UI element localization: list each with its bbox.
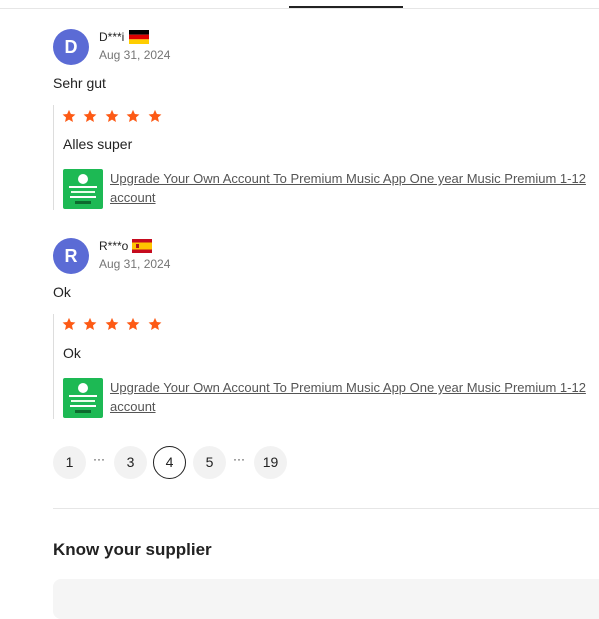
section-divider (53, 508, 599, 509)
star-icon (148, 109, 162, 122)
avatar: R (53, 238, 89, 274)
know-your-supplier-heading: Know your supplier (53, 540, 212, 559)
star-icon (105, 109, 119, 122)
star-icon (62, 109, 76, 122)
product-link-line2[interactable]: account (110, 190, 156, 205)
star-icon (126, 109, 140, 122)
review-detail-block: Ok Upgrade Your Own Account To Premium M… (53, 314, 599, 419)
page-button-1[interactable]: 1 (53, 446, 86, 479)
spain-flag-icon (132, 239, 152, 253)
review-text: Sehr gut (53, 75, 106, 91)
music-logo-icon (78, 383, 88, 393)
star-rating (62, 109, 165, 123)
supplier-card (53, 579, 599, 619)
star-icon (105, 317, 119, 330)
star-rating (62, 317, 165, 331)
page-button-19[interactable]: 19 (254, 446, 287, 479)
review-detail-block: Alles super Upgrade Your Own Account To … (53, 105, 599, 210)
product-link[interactable]: Upgrade Your Own Account To Premium Musi… (110, 169, 599, 207)
avatar: D (53, 29, 89, 65)
product-link[interactable]: Upgrade Your Own Account To Premium Musi… (110, 378, 599, 416)
review-date: Aug 31, 2024 (99, 257, 171, 271)
star-icon (84, 317, 97, 330)
star-icon (126, 317, 140, 330)
review-quote: Ok (63, 345, 81, 361)
page-button-4-current[interactable]: 4 (153, 446, 186, 479)
pagination-ellipsis: ··· (93, 452, 105, 466)
star-icon (84, 109, 97, 122)
product-thumbnail[interactable] (63, 169, 103, 209)
tab-bar-divider (0, 8, 599, 9)
germany-flag-icon (129, 30, 149, 44)
star-icon (148, 317, 162, 330)
review-item: D D***i Aug 31, 2024 Sehr gut Alles supe… (53, 29, 599, 210)
product-link-line1[interactable]: Upgrade Your Own Account To Premium Musi… (110, 380, 586, 395)
music-logo-icon (78, 174, 88, 184)
review-item: R R***o Aug 31, 2024 Ok Ok Upgrade Your … (53, 238, 599, 419)
product-link-line1[interactable]: Upgrade Your Own Account To Premium Musi… (110, 171, 586, 186)
review-text: Ok (53, 284, 71, 300)
page-button-5[interactable]: 5 (193, 446, 226, 479)
reviewer-name: D***i (99, 30, 125, 44)
product-link-line2[interactable]: account (110, 399, 156, 414)
page-button-3[interactable]: 3 (114, 446, 147, 479)
star-icon (62, 317, 76, 330)
review-quote: Alles super (63, 136, 133, 152)
reviewer-name: R***o (99, 239, 129, 253)
active-tab-indicator (289, 6, 403, 8)
review-date: Aug 31, 2024 (99, 48, 171, 62)
pagination-ellipsis: ··· (233, 452, 245, 466)
product-thumbnail[interactable] (63, 378, 103, 418)
